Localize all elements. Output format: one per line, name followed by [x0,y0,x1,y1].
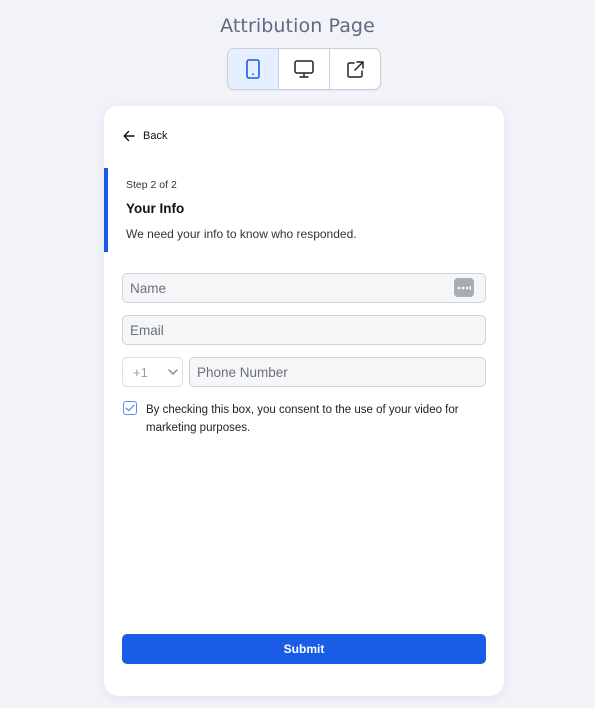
external-link-icon [346,60,365,79]
checkmark-icon [125,404,135,412]
phone-number-input[interactable] [189,357,486,387]
consent-checkbox[interactable] [123,401,137,415]
step-header: Step 2 of 2 Your Info We need your info … [104,168,504,252]
email-input[interactable] [122,315,486,345]
desktop-view-button[interactable] [279,49,330,89]
page-title: Attribution Page [220,15,375,37]
attribution-form-card: Back Step 2 of 2 Your Info We need your … [104,106,504,696]
name-input[interactable] [122,273,486,303]
mobile-icon [246,59,260,79]
view-switcher [227,48,381,90]
password-manager-icon[interactable] [454,278,474,297]
arrow-left-icon [123,130,143,142]
desktop-icon [294,60,314,78]
form-description: We need your info to know who responded. [126,227,357,241]
country-code-value: +1 [133,364,148,380]
step-indicator: Step 2 of 2 [126,179,177,191]
chevron-down-icon [168,369,178,375]
open-external-button[interactable] [330,49,380,89]
back-label: Back [143,130,168,142]
submit-button[interactable]: Submit [122,634,486,664]
form-title: Your Info [126,201,185,216]
country-code-select[interactable]: +1 [122,357,183,387]
mobile-view-button[interactable] [228,49,279,89]
consent-text: By checking this box, you consent to the… [146,404,459,434]
back-button[interactable]: Back [123,130,167,142]
